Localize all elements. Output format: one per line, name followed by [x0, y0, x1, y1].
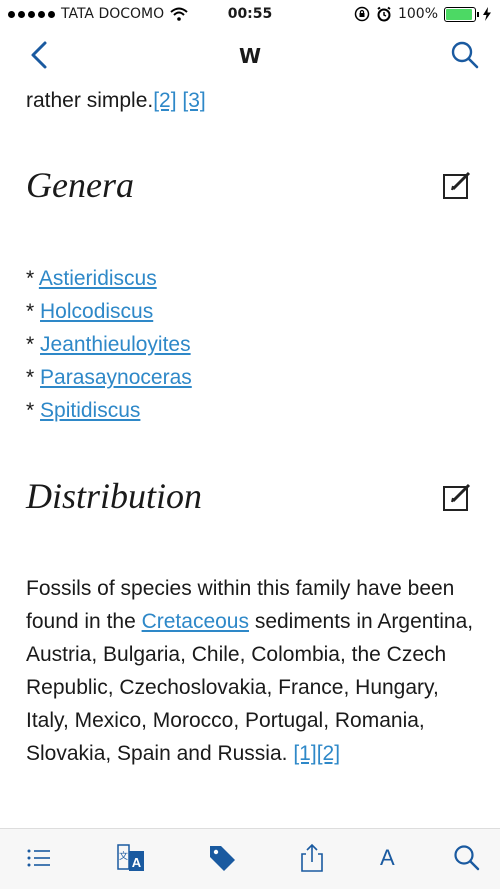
reference-link[interactable]: [1]: [293, 742, 316, 765]
distribution-paragraph: Fossils of species within this family ha…: [26, 572, 476, 770]
nav-bar: W: [0, 28, 500, 82]
list-item: * Spitidiscus: [26, 399, 141, 422]
cretaceous-link[interactable]: Cretaceous: [142, 610, 249, 633]
section-heading-genera: Genera: [26, 165, 134, 205]
share-icon[interactable]: [297, 843, 327, 873]
search-icon[interactable]: [450, 40, 480, 70]
charging-icon: [483, 7, 491, 21]
rotation-lock-icon: [354, 6, 370, 22]
bottom-toolbar: A 文 A: [0, 828, 500, 889]
genus-link[interactable]: Holcodiscus: [40, 300, 153, 323]
list-item: * Parasaynoceras: [26, 366, 192, 389]
list-item: * Holcodiscus: [26, 300, 154, 323]
status-right: 100%: [354, 6, 492, 22]
edit-icon[interactable]: [442, 482, 472, 512]
paragraph-text: sediments in Argentina, Austria, Bulgari…: [26, 610, 474, 765]
search-icon[interactable]: [452, 843, 482, 873]
list-item: * Jeanthieuloyites: [26, 333, 191, 356]
status-bar: TATA DOCOMO 00:55 100%: [0, 0, 500, 28]
svg-text:文: 文: [119, 850, 128, 862]
genus-link[interactable]: Astieridiscus: [39, 267, 157, 290]
language-translate-icon[interactable]: A 文: [116, 843, 146, 873]
reference-link[interactable]: [3]: [182, 89, 205, 112]
list-item: * Astieridiscus: [26, 267, 157, 290]
battery-icon: [444, 6, 479, 22]
genus-link[interactable]: Jeanthieuloyites: [40, 333, 191, 356]
alarm-icon: [377, 6, 391, 22]
intro-paragraph: rather simple.[2] [3]: [26, 84, 206, 117]
genus-link[interactable]: Spitidiscus: [40, 399, 140, 422]
contents-list-icon[interactable]: [24, 843, 54, 873]
reference-link[interactable]: [2]: [153, 89, 176, 112]
font-size-button[interactable]: A: [380, 845, 395, 871]
page-title: W: [238, 44, 262, 68]
battery-percent: 100%: [397, 6, 438, 22]
reference-link[interactable]: [2]: [317, 742, 340, 765]
svg-text:A: A: [132, 855, 142, 870]
edit-icon[interactable]: [442, 170, 472, 200]
section-heading-distribution: Distribution: [26, 476, 203, 516]
tag-icon[interactable]: [207, 843, 237, 873]
genus-link[interactable]: Parasaynoceras: [40, 366, 192, 389]
intro-text: rather simple.: [26, 89, 154, 112]
genera-list: * Astieridiscus * Holcodiscus * Jeanthie…: [26, 262, 192, 427]
